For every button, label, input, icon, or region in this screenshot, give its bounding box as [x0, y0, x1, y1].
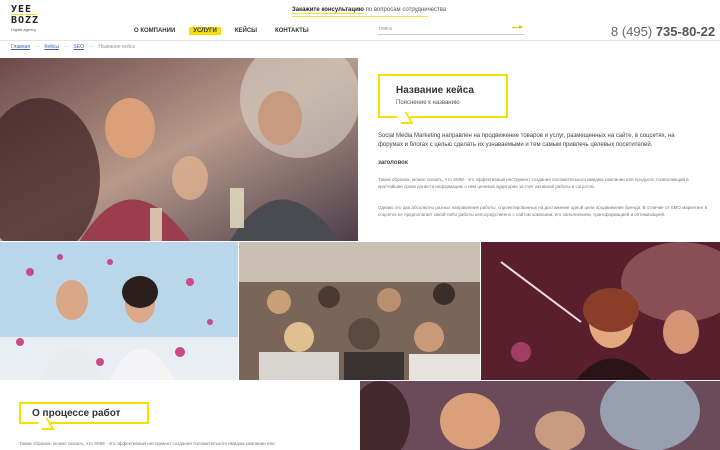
- phone-number[interactable]: 8 (495) 735-80-22: [611, 24, 715, 39]
- logo-line-1: УЕЕ: [11, 4, 33, 15]
- nav-item-cases[interactable]: Кейсы: [231, 27, 261, 35]
- logo-accent-bar: [11, 14, 37, 15]
- case-paragraph-2: Однако это два абсолютно разных направле…: [378, 205, 707, 217]
- breadcrumb-separator: —: [64, 44, 70, 50]
- header: УЕЕ ВОZZ Digital agency Закажите консуль…: [0, 0, 720, 42]
- search-input[interactable]: поиск: [378, 25, 524, 35]
- logo-tagline: Digital agency: [11, 27, 37, 32]
- page: УЕЕ ВОZZ Digital agency Закажите консуль…: [0, 0, 720, 450]
- party-photo: [0, 58, 358, 241]
- consultation-text: по вопросам сотрудничества: [365, 7, 447, 13]
- breadcrumb: Главная — Кейсы — SEO — Название кейса: [11, 44, 135, 50]
- breadcrumb-separator: —: [88, 44, 94, 50]
- wedding-photo: [0, 242, 238, 380]
- case-paragraph-1: Таким образом, можно сказать, что SMM - …: [378, 177, 689, 189]
- breadcrumb-current: Название кейса: [98, 44, 136, 50]
- process-title-box: О процессе работ: [19, 402, 149, 424]
- case-title: Название кейса: [396, 85, 474, 96]
- club-photo: [481, 242, 720, 380]
- logo-line-2: ВОZZ: [11, 15, 40, 26]
- case-heading: заголовок: [378, 160, 408, 166]
- header-divider: [0, 40, 720, 41]
- search-placeholder: поиск: [379, 26, 392, 32]
- process-title: О процессе работ: [32, 408, 121, 419]
- nav-item-contacts[interactable]: Контакты: [271, 27, 313, 35]
- consultation-underline: [292, 16, 428, 17]
- main-nav: О компании Услуги Кейсы Контакты: [130, 27, 313, 35]
- consultation-cta: Закажите консультацию по вопросам сотруд…: [292, 7, 447, 14]
- case-subtitle: Пояснение к названию: [396, 100, 460, 106]
- process-text: Таким образом, можно сказать, что SMM - …: [19, 441, 275, 446]
- breadcrumb-separator: —: [35, 44, 41, 50]
- breadcrumb-home[interactable]: Главная: [11, 44, 30, 50]
- breadcrumb-seo[interactable]: SEO: [73, 44, 84, 50]
- conference-photo: [239, 242, 480, 380]
- party-photo-bottom: [360, 381, 720, 450]
- phone-prefix: 8 (495): [611, 24, 653, 39]
- consultation-link[interactable]: Закажите консультацию: [292, 7, 364, 14]
- logo[interactable]: УЕЕ ВОZZ Digital agency: [11, 5, 41, 35]
- case-lead-text: Social Media Marketing направлен на прод…: [378, 133, 675, 148]
- nav-item-about[interactable]: О компании: [130, 27, 179, 35]
- search-arrow-icon[interactable]: [512, 25, 523, 29]
- phone-main: 735-80-22: [655, 24, 716, 39]
- nav-item-services[interactable]: Услуги: [189, 27, 221, 35]
- case-title-box: Название кейса Пояснение к названию: [378, 74, 508, 118]
- breadcrumb-cases[interactable]: Кейсы: [44, 44, 59, 50]
